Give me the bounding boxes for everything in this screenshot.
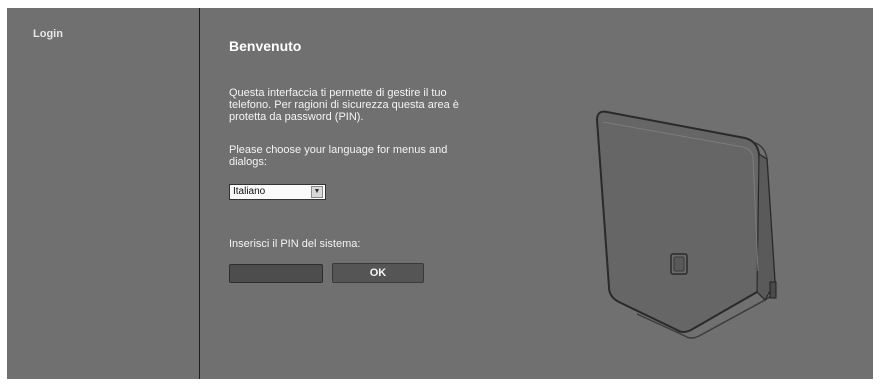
page-title: Benvenuto: [229, 38, 302, 54]
ok-button[interactable]: OK: [332, 263, 424, 283]
language-select[interactable]: Italiano ▼: [229, 184, 326, 200]
chevron-down-icon[interactable]: ▼: [311, 186, 323, 198]
sidebar: Login: [7, 8, 199, 379]
language-select-value: Italiano: [233, 186, 266, 197]
base-station-device-icon: [595, 110, 777, 339]
language-prompt: Please choose your language for menus an…: [229, 144, 448, 168]
pin-label: Inserisci il PIN del sistema:: [229, 238, 361, 250]
sidebar-item-login[interactable]: Login: [33, 28, 63, 40]
intro-text: Questa interfaccia ti permette di gestir…: [229, 87, 459, 123]
login-panel: Benvenuto Questa interfaccia ti permette…: [229, 8, 479, 379]
sidebar-divider: [199, 8, 200, 379]
app-window: Login Benvenuto Questa interfaccia ti pe…: [7, 8, 873, 379]
pin-input[interactable]: [229, 264, 323, 283]
